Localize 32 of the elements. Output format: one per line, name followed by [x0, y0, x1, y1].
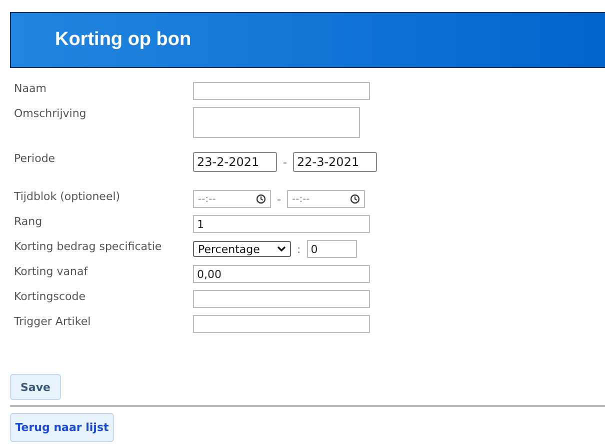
time-field[interactable]: --:-- [286, 190, 365, 208]
date-field[interactable]: 22-3-2021 [292, 152, 377, 172]
field-label: Trigger Artikel [14, 315, 92, 328]
field-label: Rang [14, 215, 44, 228]
text-area[interactable] [193, 107, 360, 138]
number-field[interactable]: 0 [306, 240, 357, 258]
text-field[interactable] [193, 290, 370, 308]
save-button[interactable]: Save [10, 374, 61, 400]
field-label: Korting vanaf [14, 265, 89, 278]
time-field[interactable]: --:-- [193, 190, 271, 208]
date-field[interactable]: 23-2-2021 [193, 152, 277, 172]
dropdown[interactable]: Percentage [193, 241, 291, 257]
text-field[interactable]: 0,00 [193, 265, 370, 283]
back-button[interactable]: Terug naar lijst [10, 413, 114, 442]
caret-icon [277, 246, 286, 252]
text-field[interactable] [193, 315, 370, 333]
time-placeholder: --:-- [292, 194, 310, 204]
clock-icon[interactable] [256, 194, 266, 204]
range-separator: - [283, 156, 287, 168]
range-separator: - [277, 192, 281, 206]
text-field[interactable] [193, 82, 370, 100]
field-label: Periode [14, 152, 56, 165]
text-field[interactable]: 1 [193, 215, 370, 233]
separator: : [297, 242, 301, 256]
time-placeholder: --:-- [198, 194, 216, 204]
field-label: Tijdblok (optioneel) [14, 190, 122, 203]
field-label: Korting bedrag specificatie [14, 240, 163, 253]
field-label: Kortingscode [14, 290, 86, 303]
field-label: Omschrijving [14, 107, 88, 120]
field-label: Naam [14, 82, 48, 95]
clock-icon[interactable] [350, 194, 360, 204]
page-title: Korting op bon [55, 29, 192, 51]
